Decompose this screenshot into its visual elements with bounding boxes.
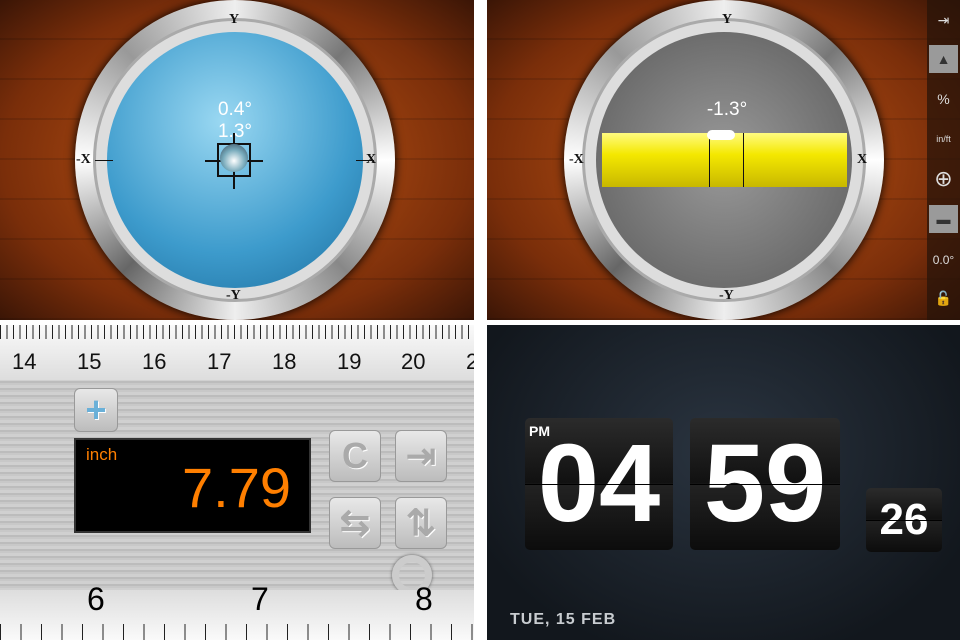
percent-slope-icon[interactable]: % <box>929 85 958 113</box>
mountain-icon[interactable]: ▲ <box>929 45 958 73</box>
x-tilt-reading: 0.4° <box>217 99 252 120</box>
ruler-panel: 14 15 16 17 18 19 20 2 + inch 7.79 C ⇥ ⇆… <box>0 325 474 640</box>
bubble[interactable] <box>220 144 248 172</box>
axis-neg-x-label: -X <box>76 152 91 167</box>
tick-label: 8 <box>415 581 433 617</box>
hours: 04 <box>537 422 661 545</box>
ampm-label: PM <box>529 423 550 439</box>
tick-label: 2 <box>466 349 474 374</box>
axis-neg-y-label: -Y <box>719 288 734 303</box>
seconds-card: 26 <box>866 488 942 552</box>
axis-y-label: Y <box>229 12 240 27</box>
date-label: TUE, 15 FEB <box>510 611 617 628</box>
unit-label: inch <box>86 445 118 464</box>
tick-label: 15 <box>77 349 102 374</box>
exit-icon[interactable]: ⇥ <box>929 6 958 34</box>
minutes: 59 <box>703 422 827 545</box>
axis-y-label: Y <box>722 12 733 27</box>
clear-button[interactable]: C <box>329 430 381 482</box>
swap-button[interactable]: ⇆ <box>329 497 381 549</box>
level-tube <box>602 133 847 187</box>
axis-neg-x-label: -X <box>569 152 584 167</box>
tick-label: 16 <box>142 349 167 374</box>
ruler-bottom-scale: 6 7 8 <box>0 581 474 640</box>
zero-degree-icon[interactable]: 0.0° <box>929 246 958 274</box>
lock-open-icon[interactable]: 🔓 <box>929 284 958 312</box>
flip-clock-panel: 04 PM 59 26 TUE, 15 FEB <box>487 325 960 640</box>
seconds: 26 <box>879 495 929 544</box>
tick-label: 6 <box>87 581 105 617</box>
add-button[interactable]: + <box>74 388 118 432</box>
toolbar: ⇥ ▲ % in/ft ⊕ ▬ 0.0° 🔓 <box>927 0 960 320</box>
ruler-top-scale: 14 15 16 17 18 19 20 2 <box>0 325 474 380</box>
tube-bubble <box>707 130 735 140</box>
tick-label: 19 <box>337 349 362 374</box>
axis-x-label: X <box>857 152 868 167</box>
tick-label: 7 <box>251 581 269 617</box>
target-icon[interactable]: ⊕ <box>929 165 958 193</box>
measurement-display: inch 7.79 <box>74 438 311 533</box>
tilt-reading: -1.3° <box>706 99 748 120</box>
bubble-level-panel: Y -Y -X X 0.4° 1.3° <box>0 0 474 320</box>
surface-icon[interactable]: ▬ <box>929 205 958 233</box>
minutes-card: 59 <box>690 418 840 550</box>
tick-label: 14 <box>12 349 37 374</box>
tick-label: 17 <box>207 349 232 374</box>
measurement-value: 7.79 <box>182 456 291 519</box>
inch-per-foot-icon[interactable]: in/ft <box>929 125 958 153</box>
flip-button[interactable]: ⇅ <box>395 497 447 549</box>
tube-level-panel: Y -Y -X X -1.3° ⇥ ▲ % in/ft ⊕ ▬ 0.0° 🔓 <box>487 0 960 320</box>
export-button[interactable]: ⇥ <box>395 430 447 482</box>
axis-neg-y-label: -Y <box>226 288 241 303</box>
y-tilt-reading: 1.3° <box>217 121 252 142</box>
tick-label: 18 <box>272 349 297 374</box>
tick-label: 20 <box>401 349 426 374</box>
